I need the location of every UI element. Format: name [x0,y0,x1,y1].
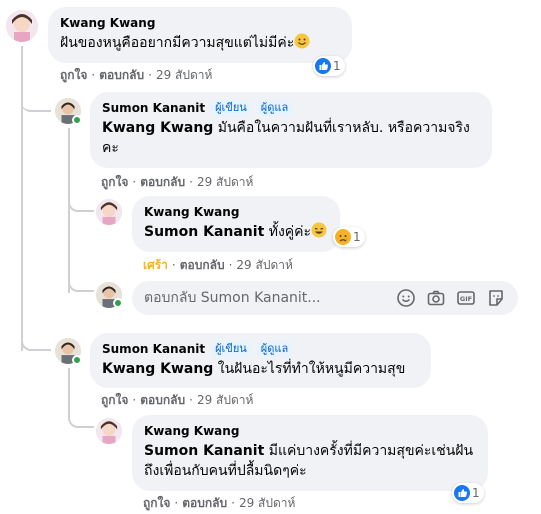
like-reaction-icon [315,58,331,74]
sticker-icon[interactable] [486,288,506,308]
timestamp[interactable]: 29 สัปดาห์ [239,495,295,511]
timestamp[interactable]: 29 สัปดาห์ [156,67,212,83]
comment-actions: ถูกใจ · ตอบกลับ · 29 สัปดาห์ [143,495,296,511]
comment-actions: เศร้า · ตอบกลับ · 29 สัปดาห์ [143,257,293,273]
comment-text: ฝันของหนูคืออยากมีความสุขแต่ไม่มีค่ะ [60,33,340,53]
online-status-indicator [113,298,123,308]
sad-reaction-icon [335,229,351,245]
online-status-indicator [72,115,82,125]
comment-author[interactable]: Kwang Kwang [60,15,340,31]
haha-emoji-icon [311,222,327,238]
avatar[interactable] [96,418,122,444]
thread-connector [68,190,94,212]
svg-text:GIF: GIF [460,295,472,303]
reply-toolbar: GIF [396,288,506,308]
comment-author[interactable]: Kwang Kwang [144,204,328,220]
comment-actions: ถูกใจ · ตอบกลับ · 29 สัปดาห์ [60,67,213,83]
thread-connector [68,402,94,428]
timestamp[interactable]: 29 สัปดาห์ [236,257,292,273]
reaction-summary[interactable]: 1 [313,56,345,76]
comment-bubble: Kwang Kwang Sumon Kananit มีแค่บางครั้งท… [132,415,488,491]
comment-text: Sumon Kananit มีแค่บางครั้งที่มีความสุขค… [144,443,474,479]
reaction-summary[interactable]: 1 [452,483,484,503]
comment-author[interactable]: Sumon Kananit ผู้เขียน ผู้ดูแล [102,100,480,116]
comment-actions: ถูกใจ · ตอบกลับ · 29 สัปดาห์ [101,174,254,190]
reply-button[interactable]: ตอบกลับ [182,495,227,511]
camera-icon[interactable] [426,288,446,308]
timestamp[interactable]: 29 สัปดาห์ [197,174,253,190]
thread-connector [21,300,51,351]
comment-bubble: Sumon Kananit ผู้เขียน ผู้ดูแล Kwang Kwang… [90,92,492,168]
reacted-sad-button[interactable]: เศร้า [143,257,168,273]
thread-connector [68,270,94,292]
comment-bubble: Kwang Kwang Sumon Kananit ทั้งคู่ค่ะ [132,196,340,252]
comment-author[interactable]: Kwang Kwang [144,423,476,439]
comment-bubble: Kwang Kwang ฝันของหนูคืออยากมีความสุขแต่… [48,7,352,63]
comment-bubble: Sumon Kananit ผู้เขียน ผู้ดูแล Kwang Kwang… [90,333,431,388]
timestamp[interactable]: 29 สัปดาห์ [197,392,253,408]
reply-input[interactable]: ตอบกลับ Sumon Kananit... GIF [132,281,518,315]
like-button[interactable]: ถูกใจ [60,67,87,83]
gif-icon[interactable]: GIF [456,288,476,308]
reply-button[interactable]: ตอบกลับ [99,67,144,83]
mention-link[interactable]: Kwang Kwang [102,361,213,377]
reply-placeholder: ตอบกลับ Sumon Kananit... [144,290,321,306]
avatar[interactable] [96,199,122,225]
avatar[interactable] [6,10,38,42]
online-status-indicator [72,355,82,365]
reply-button[interactable]: ตอบกลับ [140,174,185,190]
thread-line-sub [68,128,70,293]
author-badge[interactable]: ผู้เขียน [211,100,251,116]
admin-badge[interactable]: ผู้ดูแล [256,100,293,116]
admin-badge[interactable]: ผู้ดูแล [256,341,293,357]
reply-button[interactable]: ตอบกลับ [140,392,185,408]
like-button[interactable]: ถูกใจ [101,174,128,190]
smile-emoji-icon [294,33,310,49]
like-button[interactable]: ถูกใจ [101,392,128,408]
mention-link[interactable]: Sumon Kananit [144,224,264,240]
like-reaction-icon [454,485,470,501]
comment-author[interactable]: Sumon Kananit ผู้เขียน ผู้ดูแล [102,341,419,357]
emoji-icon[interactable] [396,288,416,308]
mention-link[interactable]: Kwang Kwang [102,120,213,136]
comment-text: Sumon Kananit ทั้งคู่ค่ะ [144,222,328,242]
reply-button[interactable]: ตอบกลับ [180,257,225,273]
mention-link[interactable]: Sumon Kananit [144,443,264,459]
comment-text: Kwang Kwang มันคือในความฝันที่เราหลับ. ห… [102,120,470,156]
like-button[interactable]: ถูกใจ [143,495,170,511]
thread-connector [21,80,51,112]
reaction-summary[interactable]: 1 [333,227,365,247]
comment-text: Kwang Kwang ในฝันอะไรที่ทำให้หนูมีความสุ… [102,361,406,377]
author-badge[interactable]: ผู้เขียน [211,341,251,357]
comment-actions: ถูกใจ · ตอบกลับ · 29 สัปดาห์ [101,392,254,408]
